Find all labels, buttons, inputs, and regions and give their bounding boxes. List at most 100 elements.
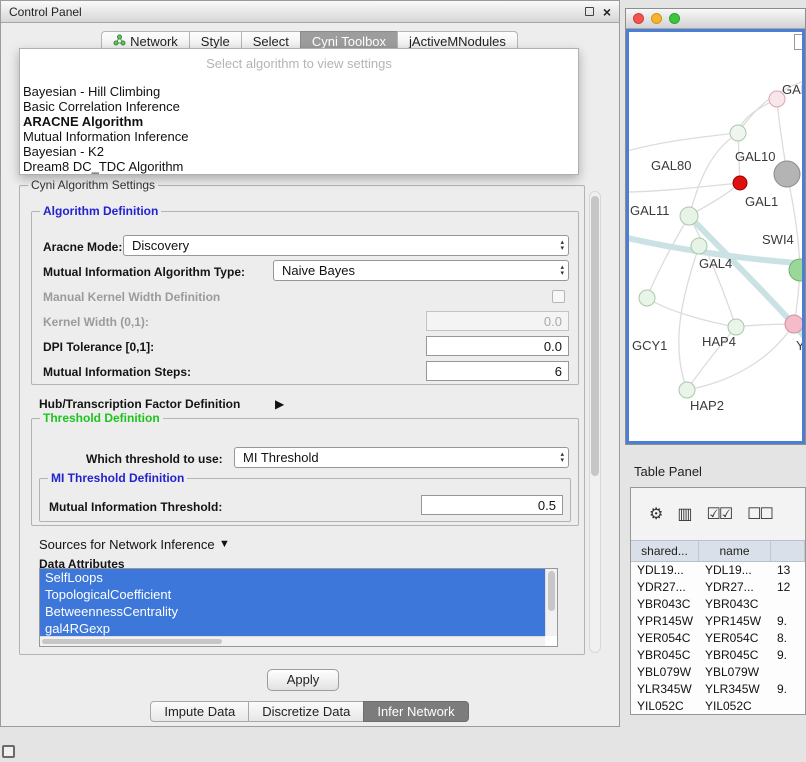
control-panel-titlebar[interactable]: Control Panel × xyxy=(1,1,619,23)
threshold-definition-title: Threshold Definition xyxy=(40,411,163,425)
kernel-width-label: Kernel Width (0,1): xyxy=(43,315,149,329)
column-header-name[interactable]: name xyxy=(699,541,771,561)
network-node[interactable] xyxy=(774,161,800,187)
network-node[interactable] xyxy=(680,207,698,225)
network-node[interactable] xyxy=(785,315,803,333)
table-row[interactable]: YDL19...YDL19...13 xyxy=(631,562,805,579)
table-cell: YPR145W xyxy=(699,613,771,630)
collapsed-panel-icon[interactable] xyxy=(2,745,15,758)
algorithm-definition-title: Algorithm Definition xyxy=(40,204,161,218)
column-header-extra[interactable] xyxy=(771,541,805,561)
network-graph: GALGAL80GAL10GAL11GAL1SWI4GAL4GCY1HAP4YH… xyxy=(629,32,804,443)
minimize-traffic-light-icon[interactable] xyxy=(651,13,662,24)
network-node[interactable] xyxy=(730,125,746,141)
attributes-horizontal-scrollbar[interactable] xyxy=(40,636,545,646)
table-cell: YBR045C xyxy=(699,647,771,664)
algorithm-option-aracne-algorithm[interactable]: ARACNE Algorithm xyxy=(20,114,578,129)
node-label-gal1: GAL1 xyxy=(745,194,778,209)
aracne-mode-value: Discovery xyxy=(132,238,189,253)
column-header-shared[interactable]: shared... xyxy=(631,541,699,561)
algorithm-option-mutual-information-inference[interactable]: Mutual Information Inference xyxy=(20,129,578,144)
table-toolbar: ⚙ ▥ ☑☑ ☐☐ xyxy=(631,488,805,540)
float-window-icon[interactable] xyxy=(585,7,594,16)
table-row[interactable]: YIL052CYIL052C xyxy=(631,698,805,715)
table-row[interactable]: YBL079WYBL079W xyxy=(631,664,805,681)
attribute-item-betweennesscentrality[interactable]: BetweennessCentrality xyxy=(40,603,545,620)
table-row[interactable]: YLR345WYLR345W9. xyxy=(631,681,805,698)
attribute-item-selfloops[interactable]: SelfLoops xyxy=(40,569,545,586)
table-cell: YLR345W xyxy=(631,681,699,698)
attribute-item-topologicalcoefficient[interactable]: TopologicalCoefficient xyxy=(40,586,545,603)
table-cell: 12 xyxy=(771,579,805,596)
mi-type-label: Mutual Information Algorithm Type: xyxy=(43,265,245,279)
which-threshold-select[interactable]: MI Threshold ▴▾ xyxy=(234,447,569,468)
column-selector-icon[interactable]: ▥ xyxy=(677,504,690,524)
algorithm-option-basic-correlation-inference[interactable]: Basic Correlation Inference xyxy=(20,99,578,114)
mi-steps-value: 6 xyxy=(555,364,562,379)
table-cell: 8. xyxy=(771,630,805,647)
zoom-traffic-light-icon[interactable] xyxy=(669,13,680,24)
network-node[interactable] xyxy=(691,238,707,254)
close-traffic-light-icon[interactable] xyxy=(633,13,644,24)
node-label-y: Y xyxy=(796,338,804,353)
aracne-mode-select[interactable]: Discovery ▴▾ xyxy=(123,235,569,256)
algorithm-placeholder: Select algorithm to view settings xyxy=(20,49,578,79)
attributes-vertical-scrollbar[interactable] xyxy=(545,569,557,636)
table-cell: YBR045C xyxy=(631,647,699,664)
table-cell: YBR043C xyxy=(631,596,699,613)
tab-label: jActiveMNodules xyxy=(409,34,506,49)
bottom-tab-impute-data[interactable]: Impute Data xyxy=(150,701,249,722)
manual-kernel-checkbox[interactable] xyxy=(552,290,565,303)
bottom-tab-infer-network[interactable]: Infer Network xyxy=(363,701,468,722)
attribute-item-gal4rgexp[interactable]: gal4RGexp xyxy=(40,620,545,637)
table-row[interactable]: YDR27...YDR27...12 xyxy=(631,579,805,596)
algorithm-option-bayesian-k2[interactable]: Bayesian - K2 xyxy=(20,144,578,159)
table-row[interactable]: YER054CYER054C8. xyxy=(631,630,805,647)
desktop: Control Panel × NetworkStyleSelectCyni T… xyxy=(0,0,806,762)
apply-button[interactable]: Apply xyxy=(267,669,339,691)
network-canvas[interactable]: GALGAL80GAL10GAL11GAL1SWI4GAL4GCY1HAP4YH… xyxy=(626,29,805,444)
sources-collapse-icon[interactable]: ▼ xyxy=(219,538,230,550)
table-cell: YBL079W xyxy=(699,664,771,681)
hub-expand-icon[interactable]: ▶ xyxy=(275,397,284,411)
hub-section-label: Hub/Transcription Factor Definition xyxy=(39,397,240,411)
data-attributes-list[interactable]: SelfLoopsTopologicalCoefficientBetweenne… xyxy=(39,568,558,647)
network-node[interactable] xyxy=(733,176,747,190)
bottom-tabs: Impute DataDiscretize DataInfer Network xyxy=(1,701,619,722)
table-row[interactable]: YBR043CYBR043C xyxy=(631,596,805,613)
mi-type-select[interactable]: Naive Bayes ▴▾ xyxy=(273,260,569,281)
settings-scrollbar[interactable] xyxy=(589,191,601,653)
tab-label: Cyni Toolbox xyxy=(312,34,386,49)
bottom-tab-discretize-data[interactable]: Discretize Data xyxy=(248,701,364,722)
node-label-swi4: SWI4 xyxy=(762,232,794,247)
close-window-icon[interactable]: × xyxy=(603,7,611,17)
settings-group-title: Cyni Algorithm Settings xyxy=(28,178,158,192)
network-window-titlebar[interactable] xyxy=(626,9,805,29)
algorithm-option-bayesian-hill-climbing[interactable]: Bayesian - Hill Climbing xyxy=(20,84,578,99)
tab-label: Style xyxy=(201,34,230,49)
algorithm-option-dream8-dc-tdc-algorithm[interactable]: Dream8 DC_TDC Algorithm xyxy=(20,159,578,174)
table-panel-window: ⚙▥☑☑☐☐ shared...name YDL19...YDL19...13Y… xyxy=(630,487,806,715)
mi-threshold-group-title: MI Threshold Definition xyxy=(48,471,187,485)
network-node[interactable] xyxy=(728,319,744,335)
mi-steps-input[interactable]: 6 xyxy=(426,361,569,381)
select-all-icon[interactable]: ☑☑ xyxy=(706,504,731,524)
combo-arrows-icon: ▴▾ xyxy=(560,237,564,254)
gear-icon[interactable]: ⚙ xyxy=(649,504,661,524)
table-row[interactable]: YBR045CYBR045C9. xyxy=(631,647,805,664)
table-cell: YLR345W xyxy=(699,681,771,698)
table-cell: YDR27... xyxy=(699,579,771,596)
mi-threshold-input[interactable]: 0.5 xyxy=(421,495,563,515)
clear-selection-icon[interactable]: ☐☐ xyxy=(747,504,772,524)
network-node[interactable] xyxy=(639,290,655,306)
network-overview-toggle[interactable] xyxy=(794,34,804,50)
node-label-hap2: HAP2 xyxy=(690,398,724,413)
network-icon xyxy=(113,34,126,49)
dpi-tolerance-input[interactable]: 0.0 xyxy=(426,336,569,356)
window-title: Control Panel xyxy=(9,5,585,19)
node-label-gcy1: GCY1 xyxy=(632,338,667,353)
table-cell: YDL19... xyxy=(631,562,699,579)
table-row[interactable]: YPR145WYPR145W9. xyxy=(631,613,805,630)
kernel-width-input[interactable]: 0.0 xyxy=(426,311,569,331)
network-node[interactable] xyxy=(679,382,695,398)
